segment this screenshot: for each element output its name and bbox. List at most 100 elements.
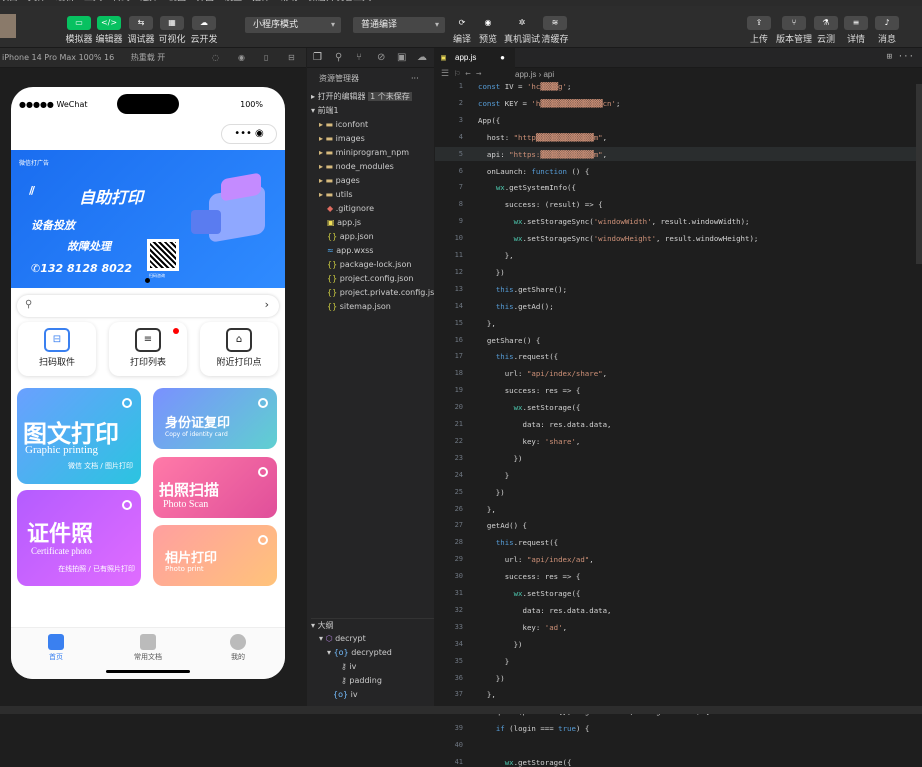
scan-icon: ⊟	[44, 328, 70, 352]
debug-icon[interactable]: ⊘	[377, 52, 385, 63]
banner-line-3: 故障处理	[67, 240, 111, 253]
card-title: 证件照	[27, 522, 94, 547]
status-carrier: ●●●●● WeChat	[19, 100, 88, 109]
tree-item[interactable]: {} project.config.json	[327, 272, 413, 286]
photo-scan-card[interactable]: 拍照扫描 Photo Scan	[153, 457, 277, 518]
print-list-button[interactable]: ≡ 打印列表	[109, 322, 187, 376]
tree-item[interactable]: ▸ ▬ node_modules	[319, 160, 394, 174]
device-select[interactable]: iPhone 14 Pro Max 100% 16	[2, 53, 114, 62]
version-button[interactable]: ⑂ 版本管理	[776, 10, 812, 45]
code-line: api: "https:▓▓▓▓▓▓▓▓▓▓▓▓m",	[478, 149, 608, 159]
tree-item[interactable]: ◆ .gitignore	[327, 202, 374, 216]
card-title: 身份证复印	[165, 416, 231, 431]
line-number: 40	[454, 741, 463, 750]
scan-pickup-button[interactable]: ⊟ 扫码取件	[18, 322, 96, 376]
rotate-icon[interactable]: ◌	[212, 48, 219, 68]
folder-icon: ▸ ▬	[319, 176, 336, 185]
simulator-button[interactable]: ▭ 模拟器	[62, 10, 96, 45]
editor-tabs: app.js ● ▣ ⊞ ···	[435, 48, 922, 68]
tree-item-label: project.config.json	[339, 274, 414, 283]
photo-print-card[interactable]: 相片打印 Photo print	[153, 525, 277, 586]
outline-item[interactable]: ▾ {o} decrypted	[327, 646, 392, 660]
files-icon[interactable]: ❐	[313, 52, 322, 63]
tab-app-js[interactable]: app.js ●	[435, 48, 515, 68]
device-icon[interactable]: ▯	[264, 48, 268, 68]
preview-button[interactable]: ◉ 预览	[471, 10, 505, 45]
line-number: 36	[454, 673, 463, 682]
mode-select[interactable]: 小程序模式	[245, 17, 341, 33]
menu-capsule[interactable]: ••• ◉	[221, 124, 277, 144]
folder-icon: ▸ ▬	[319, 162, 336, 171]
details-button[interactable]: ≡ 详情	[842, 10, 870, 45]
editor-button[interactable]: </> 编辑器	[92, 10, 126, 45]
visual-button[interactable]: ▦ 可视化	[155, 10, 189, 45]
code-icon: </>	[97, 16, 121, 30]
tree-item[interactable]: ▸ ▬ miniprogram_npm	[319, 146, 409, 160]
messages-button[interactable]: ♪ 消息	[872, 10, 902, 45]
code-line: url: "api/index/ad",	[478, 555, 594, 565]
line-number: 4	[458, 132, 463, 141]
debugger-button[interactable]: ⇆ 调试器	[124, 10, 158, 45]
outline-item[interactable]: {o} iv	[333, 688, 358, 702]
code-line: const KEY = 'h▓▓▓▓▓▓▓▓▓▓▓▓▓▓cn';	[478, 98, 621, 108]
extensions-icon[interactable]: ▣	[397, 52, 406, 63]
code-line: }	[478, 470, 510, 480]
location-bar[interactable]: ⚲ ›	[17, 295, 279, 317]
line-number: 39	[454, 724, 463, 733]
scrollbar[interactable]	[916, 84, 922, 264]
search-icon[interactable]: ⚲	[335, 52, 342, 63]
tab-documents[interactable]: 常用文档	[118, 634, 178, 662]
remote-debug-button[interactable]: ✲ 真机调试	[503, 10, 541, 45]
cloud-dev-button[interactable]: ☁ 云开发	[187, 10, 221, 45]
git-icon[interactable]: ⑂	[356, 52, 362, 63]
nearby-points-button[interactable]: ⌂ 附近打印点	[200, 322, 278, 376]
open-editors-section[interactable]: ▸ 打开的编辑器 1 个未保存	[311, 90, 412, 104]
tree-item-label: package-lock.json	[339, 260, 412, 269]
promo-banner[interactable]: 微信打广告 // 自助打印 设备投放 故障处理 ✆132 8128 8022 扫…	[11, 150, 285, 288]
outline-item[interactable]: ▾ ⬡ decrypt	[319, 632, 366, 646]
line-number: 13	[454, 284, 463, 293]
upload-button[interactable]: ⇪ 上传	[744, 10, 774, 45]
code-line: wx.setStorage({	[513, 589, 581, 598]
outline-item[interactable]: ⚷ padding	[341, 674, 382, 688]
more-icon[interactable]: ···	[411, 72, 419, 86]
cloud-test-button[interactable]: ⚗ 云测	[812, 10, 840, 45]
project-section[interactable]: ▾ 前端1	[311, 104, 339, 118]
avatar[interactable]	[0, 14, 16, 38]
tree-item[interactable]: {} project.private.config.js...	[327, 286, 442, 300]
outline-section[interactable]: ▾ 大纲	[311, 618, 434, 632]
tab-mine[interactable]: 我的	[208, 634, 268, 662]
tree-item[interactable]: {} sitemap.json	[327, 300, 391, 314]
tree-item[interactable]: ▸ ▬ iconfont	[319, 118, 368, 132]
hot-reload-toggle[interactable]: 热重载 开	[131, 53, 166, 62]
tree-item-label: project.private.config.js...	[339, 288, 442, 297]
graphic-print-card[interactable]: 图文打印 Graphic printing 微信 文档 / 图片打印	[17, 388, 141, 484]
phone-screen: ●●●●● WeChat 100% ••• ◉ 微信打广告 // 自助打印 设备…	[11, 87, 285, 679]
split-editor-icon[interactable]: ⊞	[887, 52, 892, 62]
circle-icon	[122, 500, 132, 510]
tree-item-label: sitemap.json	[339, 302, 391, 311]
tree-item[interactable]: ▸ ▬ utils	[319, 188, 353, 202]
code-line: this.request({	[495, 538, 559, 548]
tree-item-label: utils	[335, 190, 353, 199]
record-icon[interactable]: ◉	[238, 48, 245, 68]
tree-item[interactable]: {} app.json	[327, 230, 374, 244]
compile-select[interactable]: 普通编译	[353, 17, 445, 33]
tree-item[interactable]: ▣ app.js	[327, 216, 361, 230]
cloud-icon[interactable]: ☁	[417, 52, 427, 63]
upload-icon: ⇪	[747, 16, 771, 30]
tree-item[interactable]: ▸ ▬ pages	[319, 174, 360, 188]
outline-item[interactable]: ⚷ iv	[341, 660, 356, 674]
clear-cache-button[interactable]: ≋ 清缓存	[538, 10, 572, 45]
nav-icons[interactable]: ☰ ⚐ ← →	[441, 69, 482, 79]
tree-item[interactable]: ≈ app.wxss	[327, 244, 373, 258]
certificate-photo-card[interactable]: 证件照 Certificate photo 在线拍照 / 已有照片打印	[17, 490, 141, 586]
more-icon[interactable]: ···	[898, 52, 914, 62]
line-number: 30	[454, 572, 463, 581]
tab-home[interactable]: 首页	[26, 634, 86, 662]
dock-icon[interactable]: ⊟	[288, 48, 295, 68]
id-copy-card[interactable]: 身份证复印 Copy of identity card	[153, 388, 277, 449]
tree-item[interactable]: {} package-lock.json	[327, 258, 411, 272]
bell-icon: ♪	[875, 16, 899, 30]
tree-item[interactable]: ▸ ▬ images	[319, 132, 365, 146]
